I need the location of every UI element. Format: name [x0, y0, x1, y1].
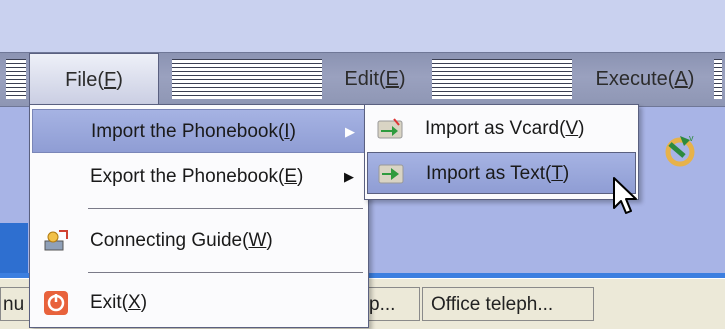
import-vcard-icon [377, 118, 403, 139]
menu-bar: File(F) Edit(E) Execute(A) [0, 52, 725, 107]
window-top-area [0, 0, 725, 52]
refresh-icon[interactable]: v [660, 130, 700, 170]
menu-file-label: File( [65, 69, 104, 91]
menu-item-export-phonebook[interactable]: Export the Phonebook(E) ▶ [32, 155, 365, 199]
menu-item-exit[interactable]: Exit(X) [32, 281, 365, 325]
import-vcard-label: Import as Vcard(V) [425, 118, 585, 139]
exit-icon [44, 291, 68, 315]
export-phonebook-label: Export the Phonebook(E) [90, 166, 304, 187]
column-header-mid-label: p... [369, 294, 396, 315]
menu-execute-label: Execute( [595, 68, 675, 90]
menu-item-import-vcard[interactable]: Import as Vcard(V) [367, 108, 636, 150]
column-header-left-label: nu [3, 294, 25, 315]
import-text-icon [378, 164, 404, 184]
menu-file-close: ) [116, 69, 123, 91]
menubar-grip-left[interactable] [6, 59, 26, 99]
menu-execute-close: ) [687, 68, 695, 90]
menu-edit-close: ) [398, 68, 406, 90]
menubar-grip-end[interactable] [714, 59, 722, 99]
menu-item-import-text[interactable]: Import as Text(T) [367, 152, 636, 194]
file-dropdown-menu: Import the Phonebook(I) ▶ Export the Pho… [29, 104, 369, 328]
menu-execute[interactable]: Execute(A) [580, 53, 710, 106]
column-header-left[interactable]: nu [0, 287, 30, 321]
import-submenu: Import as Vcard(V) Import as Text(T) [364, 104, 639, 200]
menu-execute-mnemonic: A [674, 68, 688, 90]
menu-edit-label: Edit( [344, 68, 386, 90]
connecting-guide-icon [44, 230, 68, 251]
menu-separator [88, 208, 363, 209]
menu-separator [88, 272, 363, 273]
column-header-mid[interactable]: p... [360, 287, 420, 321]
import-phonebook-label: Import the Phonebook(I) [91, 121, 296, 142]
submenu-arrow-icon: ▶ [344, 169, 354, 184]
content-left-strip [0, 223, 28, 275]
menubar-grip-mid[interactable] [172, 59, 322, 99]
menu-item-import-phonebook[interactable]: Import the Phonebook(I) ▶ [32, 109, 365, 153]
content-area-lower [365, 223, 725, 275]
submenu-arrow-icon: ▶ [345, 124, 355, 139]
column-header-office-label: Office teleph... [431, 294, 554, 315]
menu-edit[interactable]: Edit(E) [330, 53, 420, 106]
svg-text:v: v [689, 133, 694, 143]
column-header-office-telephone[interactable]: Office teleph... [422, 287, 594, 321]
menu-item-connecting-guide[interactable]: Connecting Guide(W) [32, 219, 365, 263]
exit-label: Exit(X) [90, 292, 148, 313]
import-text-label: Import as Text(T) [426, 163, 570, 184]
connecting-guide-label: Connecting Guide(W) [90, 230, 273, 251]
menu-file-mnemonic: F [104, 69, 117, 91]
menu-edit-mnemonic: E [385, 68, 399, 90]
menubar-grip-right[interactable] [432, 59, 572, 99]
menu-file[interactable]: File(F) [29, 53, 159, 106]
mouse-cursor-icon [613, 177, 637, 214]
